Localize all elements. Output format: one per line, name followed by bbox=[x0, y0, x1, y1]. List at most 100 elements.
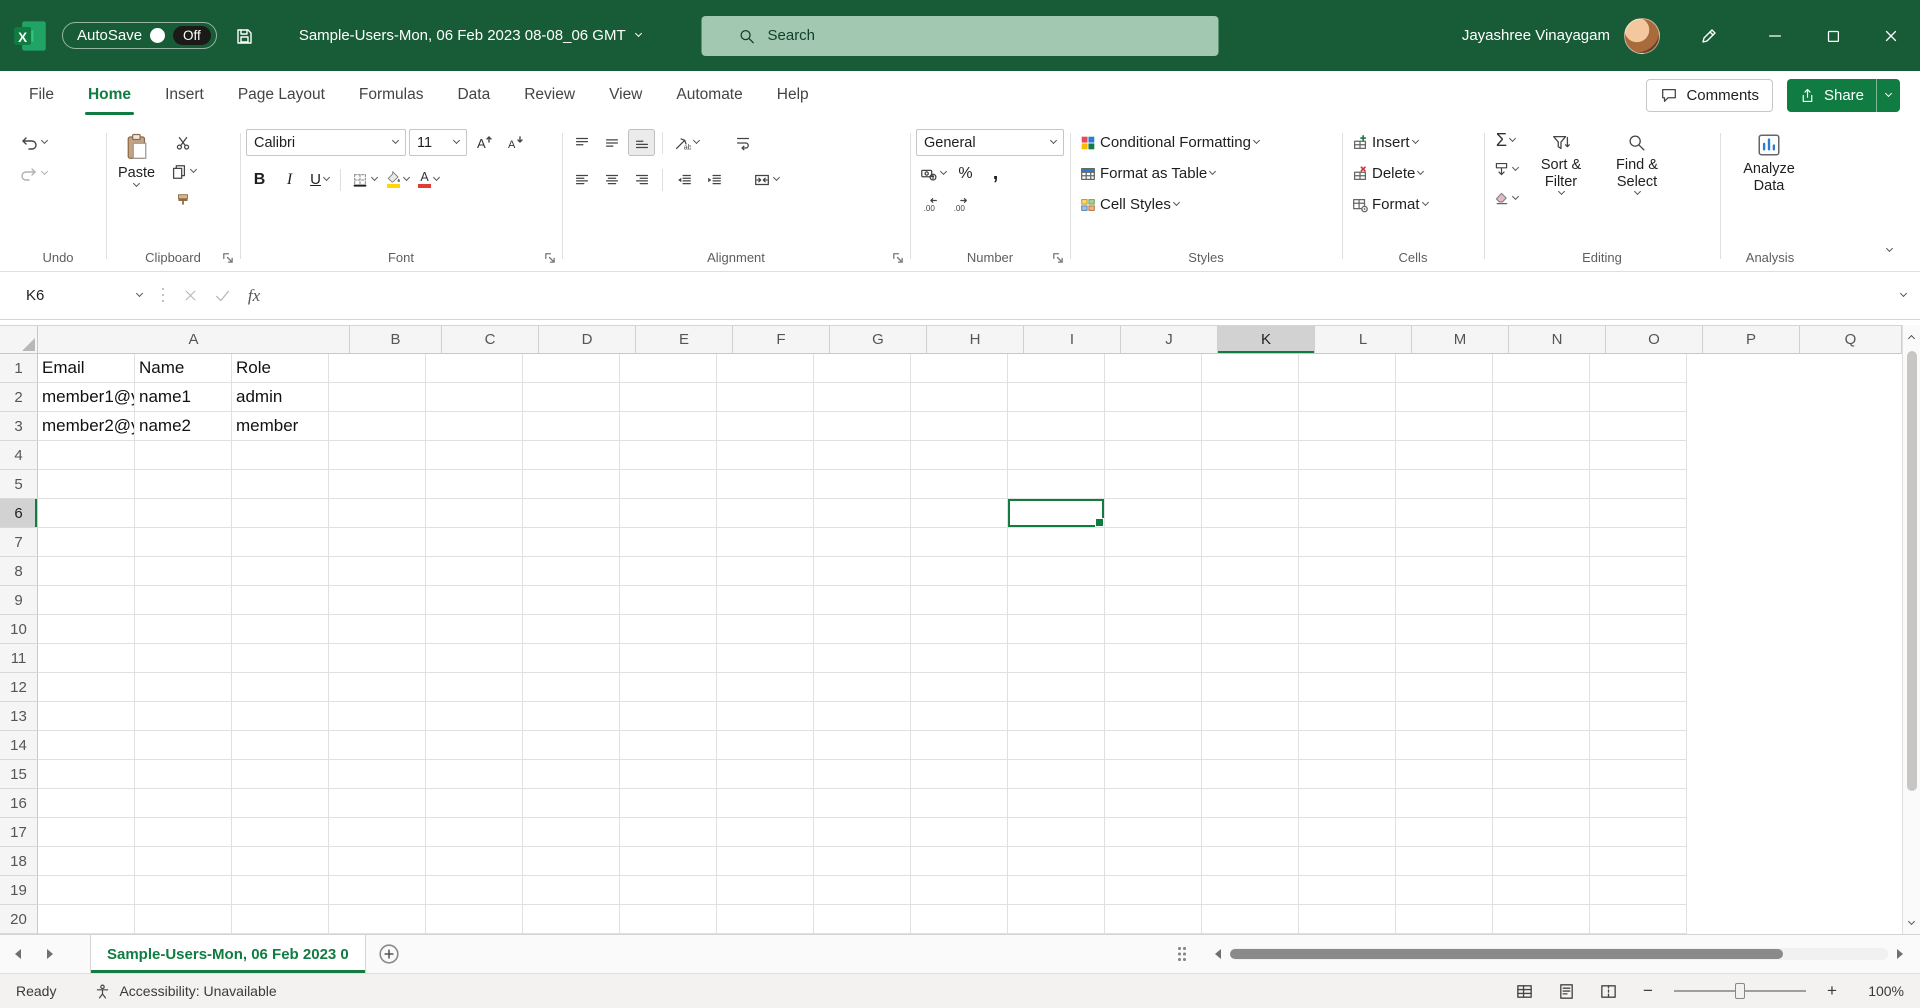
cell-E5[interactable] bbox=[426, 470, 523, 499]
cell-N10[interactable] bbox=[1299, 615, 1396, 644]
cell-C16[interactable] bbox=[232, 789, 329, 818]
underline-button[interactable]: U bbox=[306, 166, 333, 193]
cell-N8[interactable] bbox=[1299, 557, 1396, 586]
cell-F14[interactable] bbox=[523, 731, 620, 760]
format-painter-button[interactable] bbox=[167, 187, 199, 214]
cell-O5[interactable] bbox=[1396, 470, 1493, 499]
cell-Q10[interactable] bbox=[1590, 615, 1687, 644]
cancel-button[interactable] bbox=[174, 281, 206, 311]
cell-B1[interactable]: Name bbox=[135, 354, 232, 383]
cell-L20[interactable] bbox=[1105, 905, 1202, 934]
cell-A5[interactable] bbox=[38, 470, 135, 499]
cell-J5[interactable] bbox=[911, 470, 1008, 499]
cell-D14[interactable] bbox=[329, 731, 426, 760]
cell-K19[interactable] bbox=[1008, 876, 1105, 905]
zoom-level[interactable]: 100% bbox=[1858, 983, 1904, 999]
cell-K3[interactable] bbox=[1008, 412, 1105, 441]
cell-L8[interactable] bbox=[1105, 557, 1202, 586]
cell-J17[interactable] bbox=[911, 818, 1008, 847]
cell-O11[interactable] bbox=[1396, 644, 1493, 673]
row-header-19[interactable]: 19 bbox=[0, 876, 38, 905]
cell-B5[interactable] bbox=[135, 470, 232, 499]
font-size-select[interactable]: 11 bbox=[409, 129, 467, 156]
share-dropdown[interactable] bbox=[1876, 78, 1900, 112]
sheet-nav-left-button[interactable] bbox=[0, 935, 34, 973]
cell-D6[interactable] bbox=[329, 499, 426, 528]
cell-P17[interactable] bbox=[1493, 818, 1590, 847]
cell-M1[interactable] bbox=[1202, 354, 1299, 383]
paste-button[interactable]: Paste bbox=[112, 127, 161, 214]
cell-G14[interactable] bbox=[620, 731, 717, 760]
cell-O19[interactable] bbox=[1396, 876, 1493, 905]
cut-button[interactable] bbox=[167, 129, 199, 156]
row-header-14[interactable]: 14 bbox=[0, 731, 38, 760]
cell-B16[interactable] bbox=[135, 789, 232, 818]
cell-J9[interactable] bbox=[911, 586, 1008, 615]
cell-O15[interactable] bbox=[1396, 760, 1493, 789]
comments-button[interactable]: Comments bbox=[1646, 78, 1773, 112]
cell-P19[interactable] bbox=[1493, 876, 1590, 905]
cell-N18[interactable] bbox=[1299, 847, 1396, 876]
cell-C5[interactable] bbox=[232, 470, 329, 499]
cell-H14[interactable] bbox=[717, 731, 814, 760]
cell-M6[interactable] bbox=[1202, 499, 1299, 528]
cell-G6[interactable] bbox=[620, 499, 717, 528]
cell-Q13[interactable] bbox=[1590, 702, 1687, 731]
cell-J20[interactable] bbox=[911, 905, 1008, 934]
cell-F12[interactable] bbox=[523, 673, 620, 702]
cell-P20[interactable] bbox=[1493, 905, 1590, 934]
cell-A1[interactable]: Email bbox=[38, 354, 135, 383]
cell-G17[interactable] bbox=[620, 818, 717, 847]
cell-M11[interactable] bbox=[1202, 644, 1299, 673]
cell-N3[interactable] bbox=[1299, 412, 1396, 441]
cell-C17[interactable] bbox=[232, 818, 329, 847]
cell-D13[interactable] bbox=[329, 702, 426, 731]
cell-H5[interactable] bbox=[717, 470, 814, 499]
tab-view[interactable]: View bbox=[592, 71, 659, 119]
scroll-right-button[interactable] bbox=[1888, 949, 1914, 959]
clear-button[interactable] bbox=[1490, 185, 1521, 212]
cell-N19[interactable] bbox=[1299, 876, 1396, 905]
cell-Q8[interactable] bbox=[1590, 557, 1687, 586]
cell-C18[interactable] bbox=[232, 847, 329, 876]
cell-I20[interactable] bbox=[814, 905, 911, 934]
cell-C14[interactable] bbox=[232, 731, 329, 760]
tab-data[interactable]: Data bbox=[440, 71, 507, 119]
cell-N13[interactable] bbox=[1299, 702, 1396, 731]
cell-N15[interactable] bbox=[1299, 760, 1396, 789]
select-all-button[interactable] bbox=[0, 326, 38, 354]
row-header-2[interactable]: 2 bbox=[0, 383, 38, 412]
cell-E10[interactable] bbox=[426, 615, 523, 644]
cell-H13[interactable] bbox=[717, 702, 814, 731]
zoom-slider[interactable] bbox=[1674, 981, 1806, 1001]
cell-D4[interactable] bbox=[329, 441, 426, 470]
tab-home[interactable]: Home bbox=[71, 71, 148, 119]
cell-E14[interactable] bbox=[426, 731, 523, 760]
cell-B4[interactable] bbox=[135, 441, 232, 470]
cell-E11[interactable] bbox=[426, 644, 523, 673]
column-header-E[interactable]: E bbox=[636, 326, 733, 354]
cell-F16[interactable] bbox=[523, 789, 620, 818]
cell-L1[interactable] bbox=[1105, 354, 1202, 383]
cell-P15[interactable] bbox=[1493, 760, 1590, 789]
cell-O2[interactable] bbox=[1396, 383, 1493, 412]
wrap-text-button[interactable] bbox=[729, 129, 756, 156]
cell-P16[interactable] bbox=[1493, 789, 1590, 818]
cell-O13[interactable] bbox=[1396, 702, 1493, 731]
italic-button[interactable]: I bbox=[276, 166, 303, 193]
cell-J3[interactable] bbox=[911, 412, 1008, 441]
cell-Q15[interactable] bbox=[1590, 760, 1687, 789]
tab-file[interactable]: File bbox=[12, 71, 71, 119]
cell-K18[interactable] bbox=[1008, 847, 1105, 876]
row-header-8[interactable]: 8 bbox=[0, 557, 38, 586]
cell-D19[interactable] bbox=[329, 876, 426, 905]
accessibility-status[interactable]: Accessibility: Unavailable bbox=[94, 983, 277, 1000]
cell-B8[interactable] bbox=[135, 557, 232, 586]
cell-J14[interactable] bbox=[911, 731, 1008, 760]
cell-B11[interactable] bbox=[135, 644, 232, 673]
cell-C9[interactable] bbox=[232, 586, 329, 615]
cell-K15[interactable] bbox=[1008, 760, 1105, 789]
cell-L3[interactable] bbox=[1105, 412, 1202, 441]
cell-A12[interactable] bbox=[38, 673, 135, 702]
cell-J2[interactable] bbox=[911, 383, 1008, 412]
